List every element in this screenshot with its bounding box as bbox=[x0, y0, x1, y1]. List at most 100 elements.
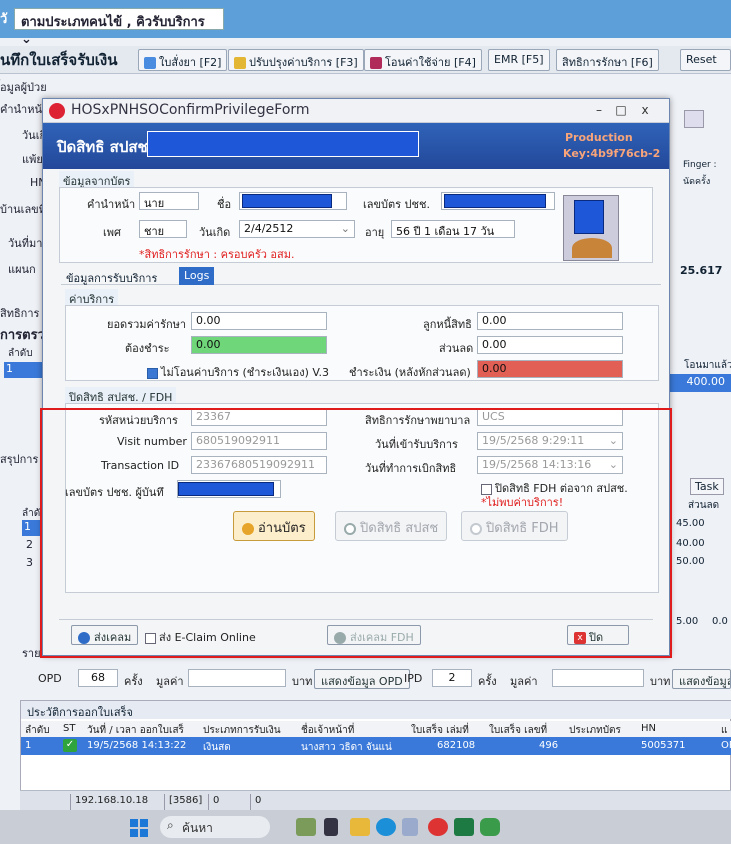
table-row[interactable]: 1 bbox=[4, 362, 42, 378]
network-app-icon[interactable] bbox=[402, 818, 418, 836]
row-value-2: 40.00 bbox=[676, 538, 705, 549]
close-window-button[interactable]: x bbox=[637, 102, 653, 118]
queue-filter-dropdown[interactable]: ตามประเภทคนไข้ , คิวรับบริการ ⌄ bbox=[14, 8, 224, 47]
task-button[interactable]: Task bbox=[690, 478, 724, 495]
check-icon: ✓ bbox=[63, 739, 77, 752]
dob-field[interactable]: 2/4/2512 ⌄ bbox=[239, 220, 355, 238]
show-ipd-button[interactable]: แสดงข้อมูล bbox=[672, 669, 731, 689]
tab-service-info[interactable]: ข้อมูลการรับบริการ bbox=[61, 267, 162, 285]
paid-label: ชำระเงิน (หลังหักส่วนลด) bbox=[349, 366, 471, 379]
maximize-button[interactable]: □ bbox=[613, 102, 629, 118]
notransfer-label: ไม่โอนค่าบริการ (ชำระเงินเอง) V.3 bbox=[161, 366, 330, 379]
ipd-baht: บาท bbox=[650, 675, 671, 688]
appointment-label: นัดครั้ง bbox=[683, 177, 711, 187]
order-col-bg: ลำดับ bbox=[8, 348, 33, 359]
patient-info-label: ้อมูลผู้ป่วย bbox=[0, 81, 47, 94]
opd-summary-row: OPD 68 ครั้ง มูลค่า บาท แสดงข้อมูล OPD I… bbox=[20, 666, 731, 696]
row-number: 1 bbox=[6, 362, 13, 375]
plus-icon bbox=[144, 57, 156, 69]
taskbar-search-placeholder: ค้นหา bbox=[182, 821, 213, 835]
age-label: อายุ bbox=[365, 226, 385, 239]
cid-field[interactable] bbox=[441, 192, 555, 210]
receipt-table-header: ลำดับ ST วันที่ / เวลา ออกใบเสร็ ประเภทก… bbox=[21, 721, 731, 737]
file-explorer-icon[interactable] bbox=[350, 818, 370, 836]
privilege-button[interactable]: สิทธิการรักษา [F6] bbox=[556, 49, 659, 71]
sex-label: เพศ bbox=[103, 226, 121, 239]
table-row[interactable]: 3 bbox=[26, 556, 33, 569]
chat-app-icon[interactable] bbox=[480, 818, 500, 836]
landscape-app-icon[interactable] bbox=[296, 818, 316, 836]
adjust-charge-button[interactable]: ปรับปรุงค่าบริการ [F3] bbox=[228, 49, 364, 71]
pay-field: 0.00 bbox=[191, 336, 327, 354]
notransfer-checkbox[interactable]: ไม่โอนค่าบริการ (ชำระเงินเอง) V.3 bbox=[147, 363, 329, 381]
emr-button[interactable]: EMR [F5] bbox=[488, 49, 550, 71]
name-label: ชื่อ bbox=[217, 198, 232, 211]
cell-staff: นางสาว วธิดา จันแน่ bbox=[301, 742, 392, 753]
app-titlebar: วั ตามประเภทคนไข้ , คิวรับบริการ ⌄ bbox=[0, 0, 731, 47]
col-st: ST bbox=[63, 723, 76, 734]
discount-field[interactable]: 0.00 bbox=[477, 336, 623, 354]
total-field: 0.00 bbox=[191, 312, 327, 330]
dialog-titlebar: HOSxPNHSOConfirmPrivilegeForm – □ x bbox=[43, 99, 669, 123]
chevron-down-icon: ⌄ bbox=[340, 222, 350, 235]
show-opd-button[interactable]: แสดงข้อมูล OPD bbox=[314, 669, 410, 689]
taskbar-search[interactable]: ⌕ ค้นหา bbox=[160, 816, 270, 838]
ipd-value-input[interactable] bbox=[552, 669, 644, 687]
search-icon: ⌕ bbox=[167, 818, 174, 832]
hosxp-app-icon[interactable] bbox=[428, 818, 448, 836]
prefix-field[interactable]: นาย bbox=[139, 192, 199, 210]
ipd-label: IPD bbox=[404, 672, 423, 685]
col-order: ลำดับ bbox=[25, 725, 50, 736]
annotation-highlight-frame bbox=[40, 408, 672, 658]
windows-start-icon[interactable] bbox=[130, 819, 148, 837]
paid-field: 0.00 bbox=[477, 360, 623, 378]
table-row[interactable]: 2 bbox=[26, 538, 33, 551]
prescription-button[interactable]: ใบสั่งยา [F2] bbox=[138, 49, 228, 71]
toolbar-heading: นทึกใบเสร็จรับเงิน bbox=[0, 51, 118, 69]
edge-browser-icon[interactable] bbox=[376, 818, 396, 836]
cell-datetime: 19/5/2568 14:13:22 bbox=[87, 740, 187, 751]
name-field[interactable] bbox=[239, 192, 347, 210]
dialog-header-band: ปิดสิทธิ สปสช Production Key:4b9f76cb-2 bbox=[43, 123, 669, 169]
dob-value: 2/4/2512 bbox=[244, 222, 294, 235]
sex-field[interactable]: ชาย bbox=[139, 220, 187, 238]
coins-icon bbox=[234, 57, 246, 69]
os-taskbar: ⌕ ค้นหา bbox=[0, 810, 731, 844]
cell-book: 682108 bbox=[437, 740, 476, 751]
opd-value-input[interactable] bbox=[188, 669, 286, 687]
avatar bbox=[572, 238, 612, 258]
address-label-bg: บ้านเลขที่ bbox=[0, 203, 46, 216]
opd-baht: บาท bbox=[292, 675, 313, 688]
col-staff: ชื่อเจ้าหน้าที่ bbox=[301, 725, 355, 736]
table-row[interactable]: 1 bbox=[22, 520, 42, 536]
terminal-app-icon[interactable] bbox=[324, 818, 338, 836]
receipt-history-header: ประวัติการออกใบเสร็จ bbox=[21, 701, 731, 719]
row-value-1: 45.00 bbox=[676, 518, 705, 529]
col-datetime: วันที่ / เวลา ออกใบเสร็ bbox=[87, 725, 184, 736]
finger-label: Finger : bbox=[683, 160, 717, 170]
status-pid: [3586] bbox=[164, 794, 206, 810]
col-payment-type: ประเภทการรับเงิน bbox=[203, 725, 281, 736]
service-tabs: ข้อมูลการรับบริการ Logs bbox=[61, 265, 661, 285]
privilege-label-bg: สิทธิการ bbox=[0, 307, 40, 320]
total-value-bg: 5.00 bbox=[676, 616, 699, 627]
table-row[interactable]: 1 ✓ 19/5/2568 14:13:22 เงินสด นางสาว วธิ… bbox=[21, 737, 731, 755]
ipd-times: ครั้ง bbox=[478, 675, 497, 688]
cell-extra: OF bbox=[721, 740, 731, 751]
emr-label: EMR [F5] bbox=[494, 53, 544, 66]
tab-logs[interactable]: Logs bbox=[179, 267, 215, 285]
opd-times: ครั้ง bbox=[124, 675, 143, 688]
redacted-name bbox=[242, 194, 332, 208]
title-prefix: วั bbox=[0, 12, 8, 27]
transfer-cost-button[interactable]: โอนค่าใช้จ่าย [F4] bbox=[364, 49, 482, 71]
col-card-type: ประเภทบัตร bbox=[569, 725, 621, 736]
opd-value-label: มูลค่า bbox=[156, 675, 184, 688]
reset-button[interactable]: Reset bbox=[680, 49, 731, 71]
excel-app-icon[interactable] bbox=[454, 818, 474, 836]
col-extra: แ bbox=[721, 725, 728, 736]
redacted-name-block bbox=[147, 131, 419, 157]
patient-photo bbox=[563, 195, 619, 261]
minimize-button[interactable]: – bbox=[591, 102, 607, 118]
redacted-cid bbox=[444, 194, 546, 208]
info-icon[interactable] bbox=[684, 110, 704, 128]
